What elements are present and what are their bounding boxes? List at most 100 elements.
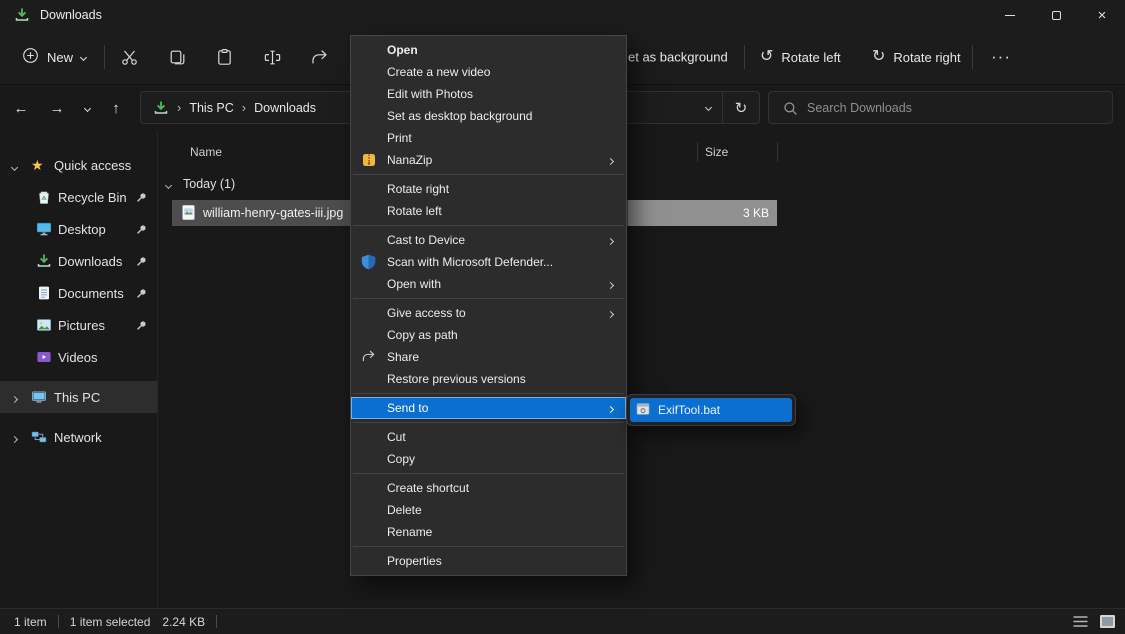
downloads-folder-icon [36, 253, 52, 269]
submenu-chevron-icon [608, 153, 613, 167]
column-header-size[interactable]: Size [705, 139, 728, 165]
menu-item-scan-with-microsoft-defender[interactable]: Scan with Microsoft Defender... [351, 251, 626, 273]
chevron-down-icon [704, 104, 711, 111]
menu-item-nanazip[interactable]: NanaZip [351, 149, 626, 171]
pin-icon [136, 224, 147, 235]
desktop-icon [36, 221, 52, 237]
search-input[interactable] [807, 92, 1107, 123]
large-icons-view-button[interactable] [1097, 613, 1117, 631]
set-as-background-button[interactable]: et as background [628, 50, 728, 65]
menu-item-open[interactable]: Open [351, 39, 626, 61]
expand-chevron-icon[interactable] [12, 390, 17, 405]
rotate-right-button[interactable]: ↻ Rotate right [862, 39, 971, 75]
recent-locations-button[interactable] [72, 93, 102, 123]
menu-item-rename[interactable]: Rename [351, 521, 626, 543]
menu-item-create-shortcut[interactable]: Create shortcut [351, 477, 626, 499]
chevron-down-icon [80, 53, 87, 60]
submenu-chevron-icon [608, 233, 613, 247]
address-bar-controls: ↻ [694, 92, 759, 123]
paste-button[interactable] [205, 39, 243, 75]
details-view-button[interactable] [1070, 613, 1090, 631]
up-button[interactable]: ↑ [101, 93, 131, 123]
column-headers: Name Size [159, 139, 1125, 165]
menu-item-rotate-left[interactable]: Rotate left [351, 200, 626, 222]
share-button[interactable] [300, 39, 338, 75]
submenu-chevron-icon [608, 277, 613, 291]
refresh-button[interactable]: ↻ [723, 99, 759, 117]
menu-item-copy[interactable]: Copy [351, 448, 626, 470]
sidebar-item-pictures[interactable]: Pictures [0, 309, 157, 341]
menu-item-open-with[interactable]: Open with [351, 273, 626, 295]
file-size: 3 KB [628, 200, 777, 226]
menu-item-properties[interactable]: Properties [351, 550, 626, 572]
sidebar-item-network[interactable]: Network [0, 421, 157, 453]
navigation-pane: ★ Quick access Recycle Bin Desktop Downl… [0, 131, 158, 608]
cut-button[interactable] [110, 39, 148, 75]
close-button[interactable]: × [1079, 0, 1125, 30]
large-icons-view-icon [1099, 614, 1116, 629]
submenu-item-exiftool-bat[interactable]: ExifTool.bat [630, 398, 792, 422]
refresh-icon: ↻ [735, 99, 748, 117]
sidebar-item-label: This PC [54, 390, 100, 405]
chevron-down-icon [83, 104, 90, 111]
maximize-icon [1052, 11, 1061, 20]
rotate-left-button[interactable]: ↺ Rotate left [750, 39, 851, 75]
copy-button[interactable] [158, 39, 196, 75]
item-count: 1 item [14, 615, 47, 629]
menu-item-cut[interactable]: Cut [351, 426, 626, 448]
downloads-folder-icon [14, 7, 30, 23]
menu-item-give-access-to[interactable]: Give access to [351, 302, 626, 324]
file-explorer-window: Downloads × New et as background [0, 0, 1125, 634]
sidebar-item-label: Recycle Bin [58, 190, 127, 205]
menu-item-rotate-right[interactable]: Rotate right [351, 178, 626, 200]
collapse-chevron-icon[interactable] [166, 177, 171, 191]
sidebar-item-downloads[interactable]: Downloads [0, 245, 157, 277]
expand-chevron-icon[interactable] [12, 430, 17, 445]
maximize-button[interactable] [1033, 0, 1079, 30]
back-button[interactable]: ← [6, 93, 36, 123]
sidebar-item-recycle-bin[interactable]: Recycle Bin [0, 181, 157, 213]
column-divider[interactable] [697, 142, 698, 162]
pictures-icon [36, 317, 52, 333]
share-icon [310, 48, 329, 67]
minimize-button[interactable] [987, 0, 1033, 30]
menu-item-copy-as-path[interactable]: Copy as path [351, 324, 626, 346]
sidebar-item-videos[interactable]: Videos [0, 341, 157, 373]
sidebar-item-desktop[interactable]: Desktop [0, 213, 157, 245]
address-dropdown-button[interactable] [694, 105, 722, 110]
menu-item-set-as-desktop-background[interactable]: Set as desktop background [351, 105, 626, 127]
sidebar-item-label: Quick access [54, 158, 131, 173]
new-button[interactable]: New [10, 39, 98, 75]
menu-item-send-to[interactable]: Send to [351, 397, 626, 419]
expand-chevron-icon[interactable] [12, 158, 17, 173]
menu-item-create-a-new-video[interactable]: Create a new video [351, 61, 626, 83]
menu-item-restore-previous-versions[interactable]: Restore previous versions [351, 368, 626, 390]
downloads-folder-icon [153, 100, 169, 116]
search-icon [783, 101, 798, 116]
rotate-right-icon: ↻ [872, 49, 885, 65]
rename-button[interactable] [253, 39, 291, 75]
menu-item-print[interactable]: Print [351, 127, 626, 149]
back-icon: ← [14, 100, 29, 117]
sidebar-item-this-pc[interactable]: This PC [0, 381, 157, 413]
menu-separator [353, 225, 624, 226]
more-options-button[interactable]: ··· [982, 39, 1020, 75]
pin-icon [136, 320, 147, 331]
sidebar-item-label: Pictures [58, 318, 105, 333]
breadcrumb-this-pc[interactable]: This PC [189, 101, 233, 115]
forward-button[interactable]: → [42, 93, 72, 123]
star-icon: ★ [31, 158, 44, 172]
menu-item-delete[interactable]: Delete [351, 499, 626, 521]
breadcrumb-downloads[interactable]: Downloads [254, 101, 316, 115]
menu-separator [353, 473, 624, 474]
menu-item-cast-to-device[interactable]: Cast to Device [351, 229, 626, 251]
column-header-name[interactable]: Name [190, 139, 222, 165]
menu-item-share[interactable]: Share [351, 346, 626, 368]
defender-shield-icon [361, 254, 376, 270]
menu-item-edit-with-photos[interactable]: Edit with Photos [351, 83, 626, 105]
sidebar-item-label: Desktop [58, 222, 106, 237]
sidebar-item-documents[interactable]: Documents [0, 277, 157, 309]
sidebar-item-label: Downloads [58, 254, 122, 269]
sidebar-item-quick-access[interactable]: ★ Quick access [0, 149, 157, 181]
column-divider[interactable] [777, 142, 778, 162]
